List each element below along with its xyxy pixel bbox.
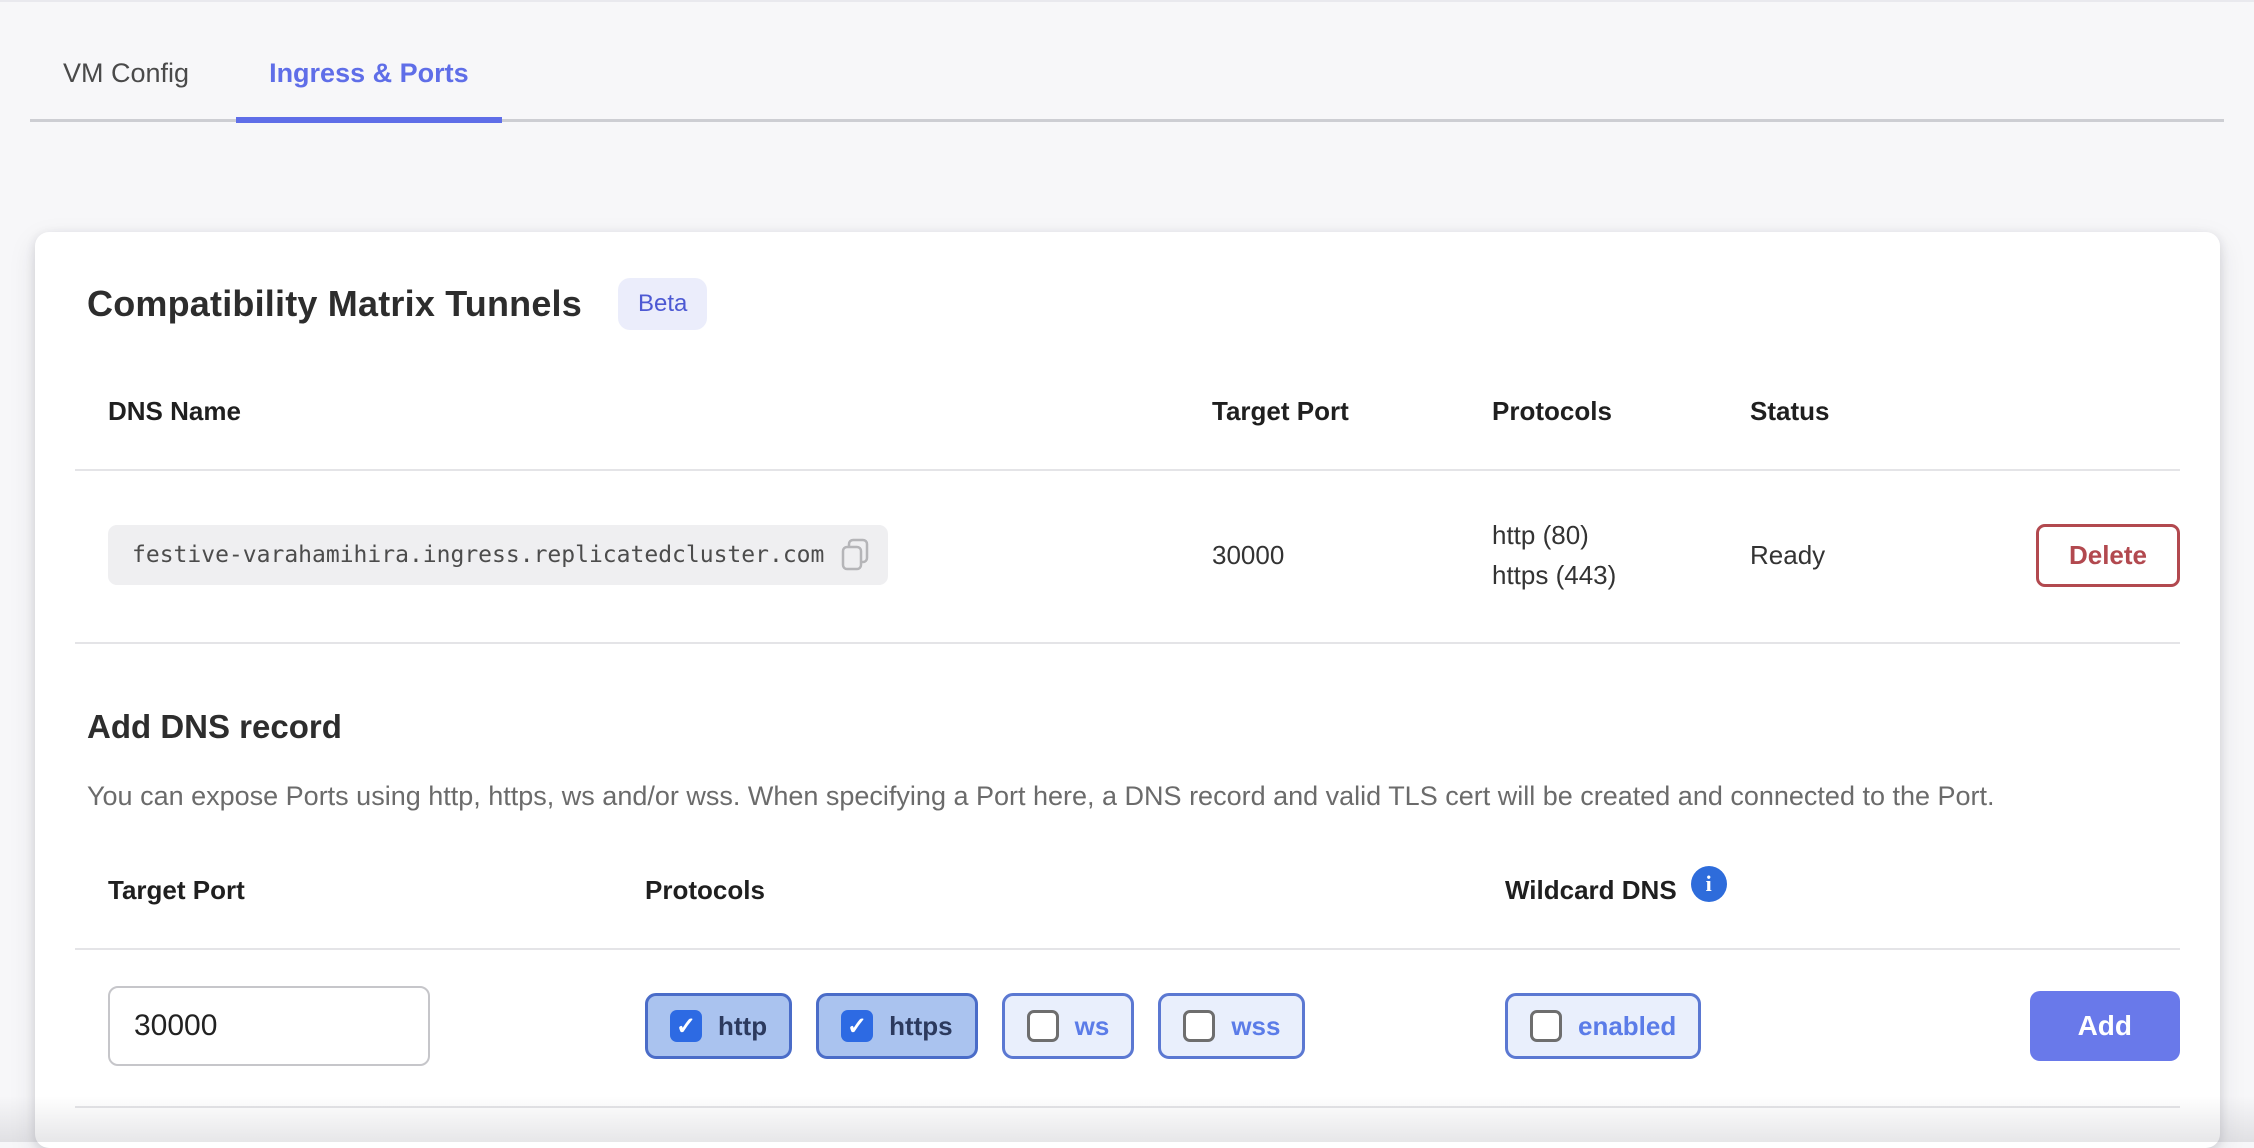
checked-checkbox-icon: ✓	[841, 1010, 873, 1042]
header-target-port: Target Port	[1212, 396, 1492, 427]
checkbox-enabled-label: enabled	[1578, 1011, 1676, 1042]
copy-icon[interactable]	[840, 538, 870, 572]
dns-name-value: festive-varahamihira.ingress.replicatedc…	[132, 542, 824, 568]
protocol-line-https: https (443)	[1492, 555, 1750, 595]
checkbox-wss[interactable]: wss	[1158, 993, 1305, 1059]
info-icon[interactable]: i	[1691, 866, 1727, 902]
protocol-checkbox-group: ✓ http ✓ https ws wss	[645, 993, 1505, 1059]
tab-vm-config[interactable]: VM Config	[30, 58, 222, 119]
cell-target-port: 30000	[1212, 540, 1492, 571]
checkbox-ws[interactable]: ws	[1002, 993, 1135, 1059]
table-header-row: DNS Name Target Port Protocols Status	[75, 396, 2180, 471]
checkbox-http[interactable]: ✓ http	[645, 993, 792, 1059]
beta-badge: Beta	[618, 278, 707, 330]
header-dns-name: DNS Name	[108, 396, 1212, 427]
checkbox-https[interactable]: ✓ https	[816, 993, 978, 1059]
unchecked-checkbox-icon	[1530, 1010, 1562, 1042]
cell-protocols: http (80) https (443)	[1492, 515, 1750, 596]
form-controls-row: ✓ http ✓ https ws wss e	[75, 950, 2180, 1108]
header-status: Status	[1750, 396, 2180, 427]
checkbox-wildcard-enabled[interactable]: enabled	[1505, 993, 1701, 1059]
protocol-line-http: http (80)	[1492, 515, 1750, 555]
delete-button[interactable]: Delete	[2036, 524, 2180, 587]
label-target-port: Target Port	[108, 875, 645, 906]
header-protocols: Protocols	[1492, 396, 1750, 427]
unchecked-checkbox-icon	[1027, 1010, 1059, 1042]
checkbox-wss-label: wss	[1231, 1011, 1280, 1042]
label-wildcard-dns: Wildcard DNS	[1505, 875, 1677, 906]
cell-status: Ready	[1750, 540, 2036, 571]
unchecked-checkbox-icon	[1183, 1010, 1215, 1042]
form-labels-row: Target Port Protocols Wildcard DNS i	[75, 872, 2180, 950]
checkbox-ws-label: ws	[1075, 1011, 1110, 1042]
table-row: festive-varahamihira.ingress.replicatedc…	[75, 471, 2180, 644]
label-protocols: Protocols	[645, 875, 1505, 906]
tab-bar: VM Config Ingress & Ports	[30, 2, 2224, 122]
checkbox-https-label: https	[889, 1011, 953, 1042]
add-dns-record-title: Add DNS record	[75, 708, 2180, 746]
checked-checkbox-icon: ✓	[670, 1010, 702, 1042]
tunnels-card: Compatibility Matrix Tunnels Beta DNS Na…	[35, 232, 2220, 1148]
dns-name-pill: festive-varahamihira.ingress.replicatedc…	[108, 525, 888, 585]
target-port-input[interactable]	[108, 986, 430, 1066]
card-title: Compatibility Matrix Tunnels	[87, 283, 582, 325]
tab-ingress-ports[interactable]: Ingress & Ports	[236, 58, 502, 119]
checkbox-http-label: http	[718, 1011, 767, 1042]
add-dns-record-description: You can expose Ports using http, https, …	[75, 776, 2165, 817]
card-title-row: Compatibility Matrix Tunnels Beta	[75, 278, 2180, 330]
add-button[interactable]: Add	[2030, 991, 2180, 1061]
